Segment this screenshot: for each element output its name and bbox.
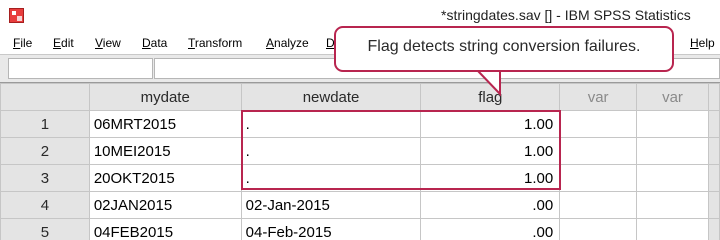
cell-mydate[interactable]: 10MEI2015 (88, 137, 242, 165)
window-title: *stringdates.sav [] - IBM SPSS Statistic… (441, 7, 691, 23)
cell-var-1[interactable] (559, 164, 638, 192)
column-header-mydate[interactable]: mydate (88, 83, 242, 111)
cell-var-2[interactable] (636, 137, 709, 165)
table-row: 1 06MRT2015 . 1.00 (0, 110, 720, 138)
menu-label-rest: nalyze (274, 36, 309, 50)
cell-newdate[interactable]: 04-Feb-2015 (240, 218, 422, 240)
menu-help[interactable]: Help (690, 36, 715, 50)
cell-var-2[interactable] (636, 218, 709, 240)
menu-analyze[interactable]: Analyze (266, 36, 309, 50)
cell-var-1[interactable] (559, 191, 638, 219)
cell-var-1[interactable] (559, 137, 638, 165)
menu-label-rest: ata (150, 36, 168, 50)
cell-var-1[interactable] (559, 110, 638, 138)
cell-mydate[interactable]: 20OKT2015 (88, 164, 242, 192)
spss-app-icon[interactable] (9, 8, 24, 23)
cell-flag[interactable]: 1.00 (420, 164, 561, 192)
row-edge (707, 110, 720, 138)
cell-mydate[interactable]: 02JAN2015 (88, 191, 242, 219)
table-row: 2 10MEI2015 . 1.00 (0, 137, 720, 165)
cell-newdate[interactable]: . (240, 110, 422, 138)
row-edge (707, 164, 720, 192)
menu-transform[interactable]: Transform (188, 36, 242, 50)
cell-newdate[interactable]: . (240, 164, 422, 192)
column-header-var-2[interactable]: var (636, 83, 709, 111)
row-number[interactable]: 2 (0, 137, 90, 165)
cell-var-2[interactable] (636, 191, 709, 219)
menu-label-rest: elp (698, 36, 715, 50)
cell-flag[interactable]: .00 (420, 191, 561, 219)
cell-newdate[interactable]: . (240, 137, 422, 165)
menu-mnemonic: V (95, 36, 103, 50)
menu-mnemonic: T (188, 36, 195, 50)
menu-mnemonic: D (142, 36, 151, 50)
menu-file[interactable]: File (13, 36, 32, 50)
callout-text: Flag detects string conversion failures. (367, 38, 641, 55)
row-edge (707, 137, 720, 165)
row-edge (707, 191, 720, 219)
cell-flag[interactable]: 1.00 (420, 137, 561, 165)
cell-var-2[interactable] (636, 164, 709, 192)
menu-mnemonic: A (266, 36, 275, 50)
row-number[interactable]: 3 (0, 164, 90, 192)
cell-var-1[interactable] (559, 218, 638, 240)
grid-corner[interactable] (0, 83, 90, 111)
row-number[interactable]: 4 (0, 191, 90, 219)
menu-data[interactable]: Data (142, 36, 167, 50)
menu-label-rest: iew (102, 36, 121, 50)
menu-view[interactable]: View (95, 36, 121, 50)
data-grid: mydate newdate flag var var 1 06MRT2015 … (0, 82, 720, 240)
menu-edit[interactable]: Edit (53, 36, 74, 50)
menu-label-rest: ransform (194, 36, 243, 50)
table-row: 4 02JAN2015 02-Jan-2015 .00 (0, 191, 720, 219)
column-header-var-1[interactable]: var (559, 83, 638, 111)
column-header-flag[interactable]: flag (420, 83, 561, 111)
cell-var-2[interactable] (636, 110, 709, 138)
menu-mnemonic: H (690, 36, 699, 50)
table-row: 3 20OKT2015 . 1.00 (0, 164, 720, 192)
cell-newdate[interactable]: 02-Jan-2015 (240, 191, 422, 219)
table-row: 5 04FEB2015 04-Feb-2015 .00 (0, 218, 720, 240)
cell-flag[interactable]: .00 (420, 218, 561, 240)
cell-mydate[interactable]: 04FEB2015 (88, 218, 242, 240)
menu-label-rest: ile (20, 36, 33, 50)
row-number[interactable]: 5 (0, 218, 90, 240)
cell-mydate[interactable]: 06MRT2015 (88, 110, 242, 138)
menu-label-rest: dit (61, 36, 74, 50)
annotation-callout: Flag detects string conversion failures. (334, 26, 674, 72)
row-number[interactable]: 1 (0, 110, 90, 138)
column-header-newdate[interactable]: newdate (240, 83, 422, 111)
cell-reference-field[interactable] (8, 58, 153, 79)
data-table: mydate newdate flag var var 1 06MRT2015 … (0, 83, 720, 240)
column-header-edge (707, 83, 720, 111)
cell-flag[interactable]: 1.00 (420, 110, 561, 138)
column-header-row: mydate newdate flag var var (0, 83, 720, 111)
menu-mnemonic: E (53, 36, 62, 50)
row-edge (707, 218, 720, 240)
